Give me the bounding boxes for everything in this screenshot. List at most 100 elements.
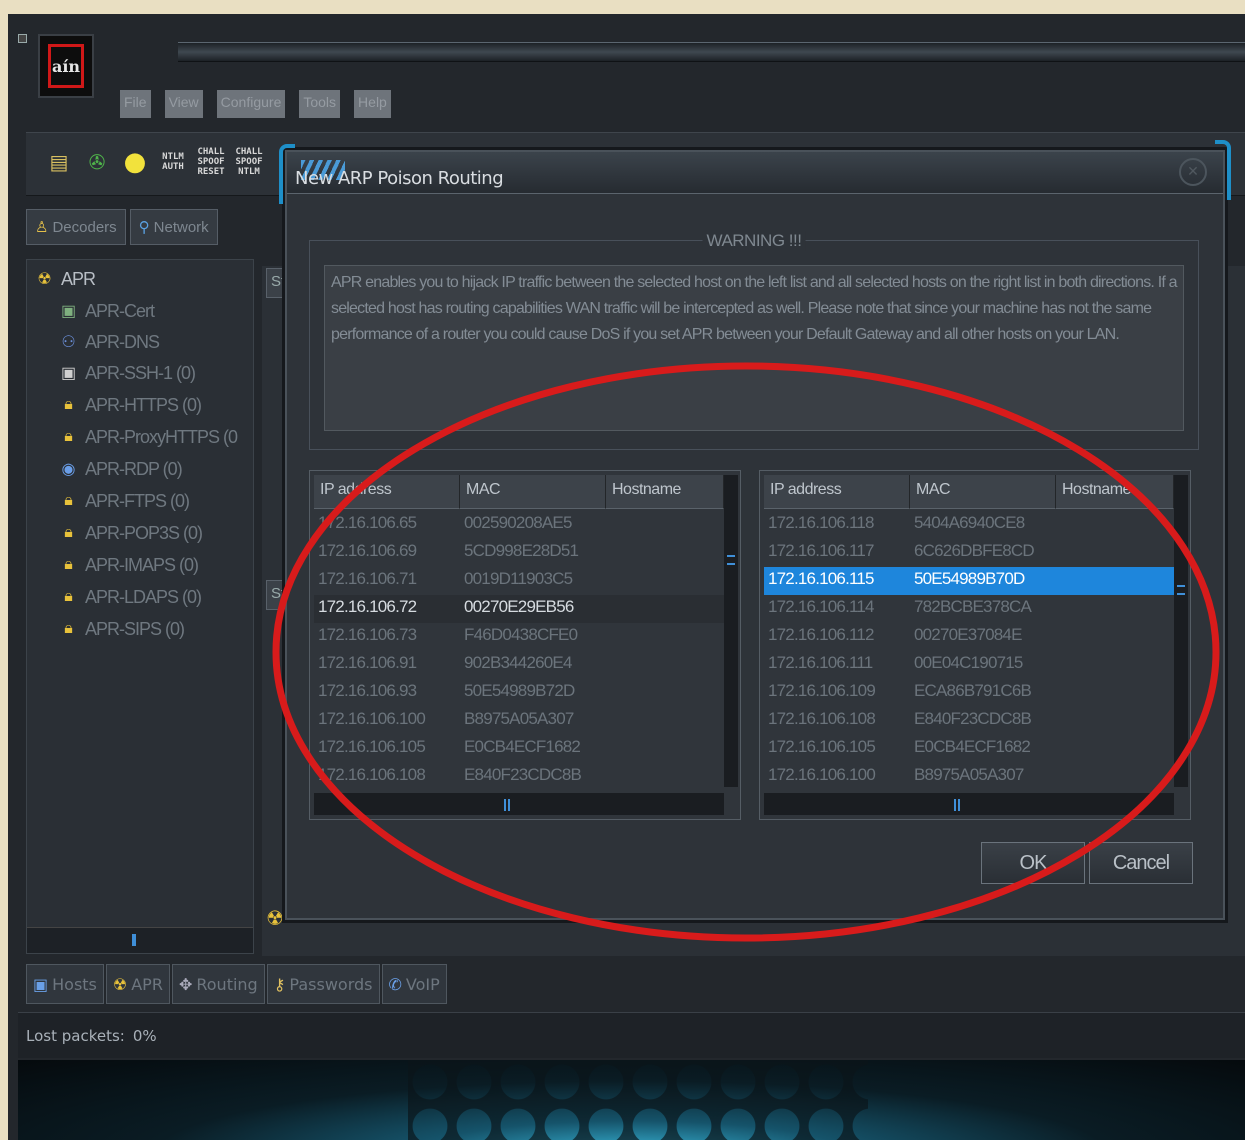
tab-passwords[interactable]: ⚷ Passwords [266, 964, 380, 1004]
host-row[interactable]: 172.16.106.114 782BCBE378CA [764, 595, 1174, 623]
tree-item-apr-sips[interactable]: 🔒︎ APR-SIPS (0) [57, 614, 185, 644]
mac-cell: E0CB4ECF1682 [464, 737, 581, 756]
tree-item-apr-imaps[interactable]: 🔒︎ APR-IMAPS (0) [57, 550, 199, 580]
mac-cell: 00270E29EB56 [464, 597, 574, 616]
column-mac[interactable]: MAC [460, 475, 606, 509]
host-row[interactable]: 172.16.106.100 B8975A05A307 [314, 707, 724, 735]
hostname-cell [1056, 539, 1174, 567]
menu-view[interactable]: View [164, 90, 203, 118]
left-vertical-scrollbar[interactable] [724, 475, 738, 787]
routing-icon: ✥ [178, 974, 193, 994]
host-row[interactable]: 172.16.106.73 F46D0438CFE0 [314, 623, 724, 651]
column-mac[interactable]: MAC [910, 475, 1056, 509]
chall-spoof-reset-button[interactable]: CHALL SPOOF RESET [194, 145, 228, 179]
menu-tools[interactable]: Tools [299, 90, 341, 118]
dialog-title: New ARP Poison Routing [295, 168, 504, 189]
host-row[interactable]: 172.16.106.117 6C626DBFE8CD [764, 539, 1174, 567]
dialog-title-bar[interactable]: New ARP Poison Routing ✕ [287, 152, 1223, 194]
network-icon: ⚲ [138, 219, 150, 236]
top-tabs: ♙ Decoders ⚲ Network [26, 209, 218, 245]
mac-cell: F46D0438CFE0 [464, 625, 578, 644]
tab-hosts[interactable]: ▣ Hosts [26, 964, 104, 1004]
status-bar: Lost packets: 0% [18, 1012, 1245, 1058]
host-row[interactable]: 172.16.106.93 50E54989B72D [314, 679, 724, 707]
bulb-icon[interactable]: ● [120, 145, 150, 179]
left-horizontal-scrollbar[interactable] [314, 793, 724, 815]
mac-cell: 5404A6940CE8 [914, 513, 1025, 532]
sniffer-icon[interactable]: ✇ [82, 145, 112, 179]
host-row[interactable]: 172.16.106.105 E0CB4ECF1682 [314, 735, 724, 763]
tree-item-apr-rdp[interactable]: ◉ APR-RDP (0) [57, 454, 183, 484]
ip-cell: 172.16.106.91 [318, 653, 417, 672]
host-row[interactable]: 172.16.106.118 5404A6940CE8 [764, 511, 1174, 539]
tab-network[interactable]: ⚲ Network [129, 209, 218, 245]
column-hostname[interactable]: Hostname [1056, 475, 1174, 509]
folder-icon[interactable]: ▤ [44, 145, 74, 179]
scroll-thumb[interactable] [954, 799, 960, 811]
tree-item-apr-proxyhttps[interactable]: 🔒︎ APR-ProxyHTTPS (0 [57, 422, 238, 452]
tree-item-apr-https[interactable]: 🔒︎ APR-HTTPS (0) [57, 390, 202, 420]
tree-item-apr-ssh[interactable]: ▣ APR-SSH-1 (0) [57, 358, 196, 388]
tree-item-apr-dns[interactable]: ⚇ APR-DNS [57, 327, 160, 357]
scroll-thumb[interactable] [504, 799, 510, 811]
column-hostname[interactable]: Hostname [606, 475, 724, 509]
chall-spoof-ntlm-button[interactable]: CHALL SPOOF NTLM [232, 145, 266, 179]
host-row[interactable]: 172.16.106.72 00270E29EB56 [314, 595, 724, 623]
scroll-thumb[interactable] [727, 555, 735, 565]
tree-item-label: APR-RDP (0) [85, 458, 183, 479]
tab-routing-label: Routing [196, 974, 258, 994]
host-row[interactable]: 172.16.106.71 0019D11903C5 [314, 567, 724, 595]
rdp-icon: ◉ [61, 461, 76, 478]
menu-help[interactable]: Help [354, 90, 391, 118]
column-ip-address[interactable]: IP address [764, 475, 910, 509]
hostname-cell [606, 595, 724, 623]
scroll-thumb[interactable] [1177, 585, 1185, 595]
menu-configure[interactable]: Configure [216, 90, 286, 118]
host-row[interactable]: 172.16.106.112 00270E37084E [764, 623, 1174, 651]
ntlm-auth-button[interactable]: NTLM AUTH [156, 145, 190, 179]
close-icon[interactable]: ✕ [1179, 158, 1207, 186]
system-menu-box[interactable] [18, 34, 27, 43]
tree-item-apr-pop3s[interactable]: 🔒︎ APR-POP3S (0) [57, 518, 203, 548]
tree-root-apr[interactable]: ☢ APR [33, 264, 96, 294]
column-ip-address[interactable]: IP address [314, 475, 460, 509]
hostname-cell [606, 707, 724, 735]
tree-item-apr-ftps[interactable]: 🔒︎ APR-FTPS (0) [57, 486, 190, 516]
host-row[interactable]: 172.16.106.69 5CD998E28D51 [314, 539, 724, 567]
tree-item-label: APR-DNS [85, 331, 160, 352]
cancel-button[interactable]: Cancel [1089, 842, 1193, 884]
tree-horizontal-scrollbar[interactable] [27, 927, 253, 953]
host-row[interactable]: 172.16.106.65 002590208AE5 [314, 511, 724, 539]
ip-cell: 172.16.106.117 [768, 541, 875, 560]
host-row[interactable]: 172.16.106.91 902B344260E4 [314, 651, 724, 679]
ok-button[interactable]: OK [981, 842, 1085, 884]
tab-decoders[interactable]: ♙ Decoders [26, 209, 126, 245]
right-host-list[interactable]: IP address MAC Hostname 172.16.106.118 54… [759, 470, 1191, 820]
menu-file[interactable]: File [120, 90, 151, 118]
host-row[interactable]: 172.16.106.100 B8975A05A307 [764, 763, 1174, 791]
right-list-header: IP address MAC Hostname [764, 475, 1174, 509]
right-vertical-scrollbar[interactable] [1174, 475, 1188, 787]
tab-apr[interactable]: ☢ APR [105, 964, 170, 1004]
host-row[interactable]: 172.16.106.111 00E04C190715 [764, 651, 1174, 679]
hostname-cell [1056, 623, 1174, 651]
tree-item-label: APR-POP3S (0) [85, 522, 203, 543]
tree-item-apr-cert[interactable]: ▣ APR-Cert [57, 296, 155, 326]
host-row[interactable]: 172.16.106.115 50E54989B70D [764, 567, 1174, 595]
mac-cell: E840F23CDC8B [464, 765, 582, 784]
voip-icon: ✆ [388, 974, 402, 994]
host-row[interactable]: 172.16.106.108 E840F23CDC8B [764, 707, 1174, 735]
tab-routing[interactable]: ✥ Routing [171, 964, 265, 1004]
mac-cell: 782BCBE378CA [914, 597, 1032, 616]
host-row[interactable]: 172.16.106.109 ECA86B791C6B [764, 679, 1174, 707]
tree-item-label: APR-ProxyHTTPS (0 [85, 426, 238, 447]
left-host-list[interactable]: IP address MAC Hostname 172.16.106.65 002… [309, 470, 741, 820]
tab-network-label: Network [153, 218, 209, 236]
host-row[interactable]: 172.16.106.105 E0CB4ECF1682 [764, 735, 1174, 763]
tab-voip[interactable]: ✆ VoIP [381, 964, 447, 1004]
host-row[interactable]: 172.16.106.108 E840F23CDC8B [314, 763, 724, 791]
radiation-icon: ☢ [266, 906, 284, 930]
scroll-thumb[interactable] [132, 934, 136, 946]
tree-item-apr-ldaps[interactable]: 🔒︎ APR-LDAPS (0) [57, 582, 202, 612]
right-horizontal-scrollbar[interactable] [764, 793, 1174, 815]
